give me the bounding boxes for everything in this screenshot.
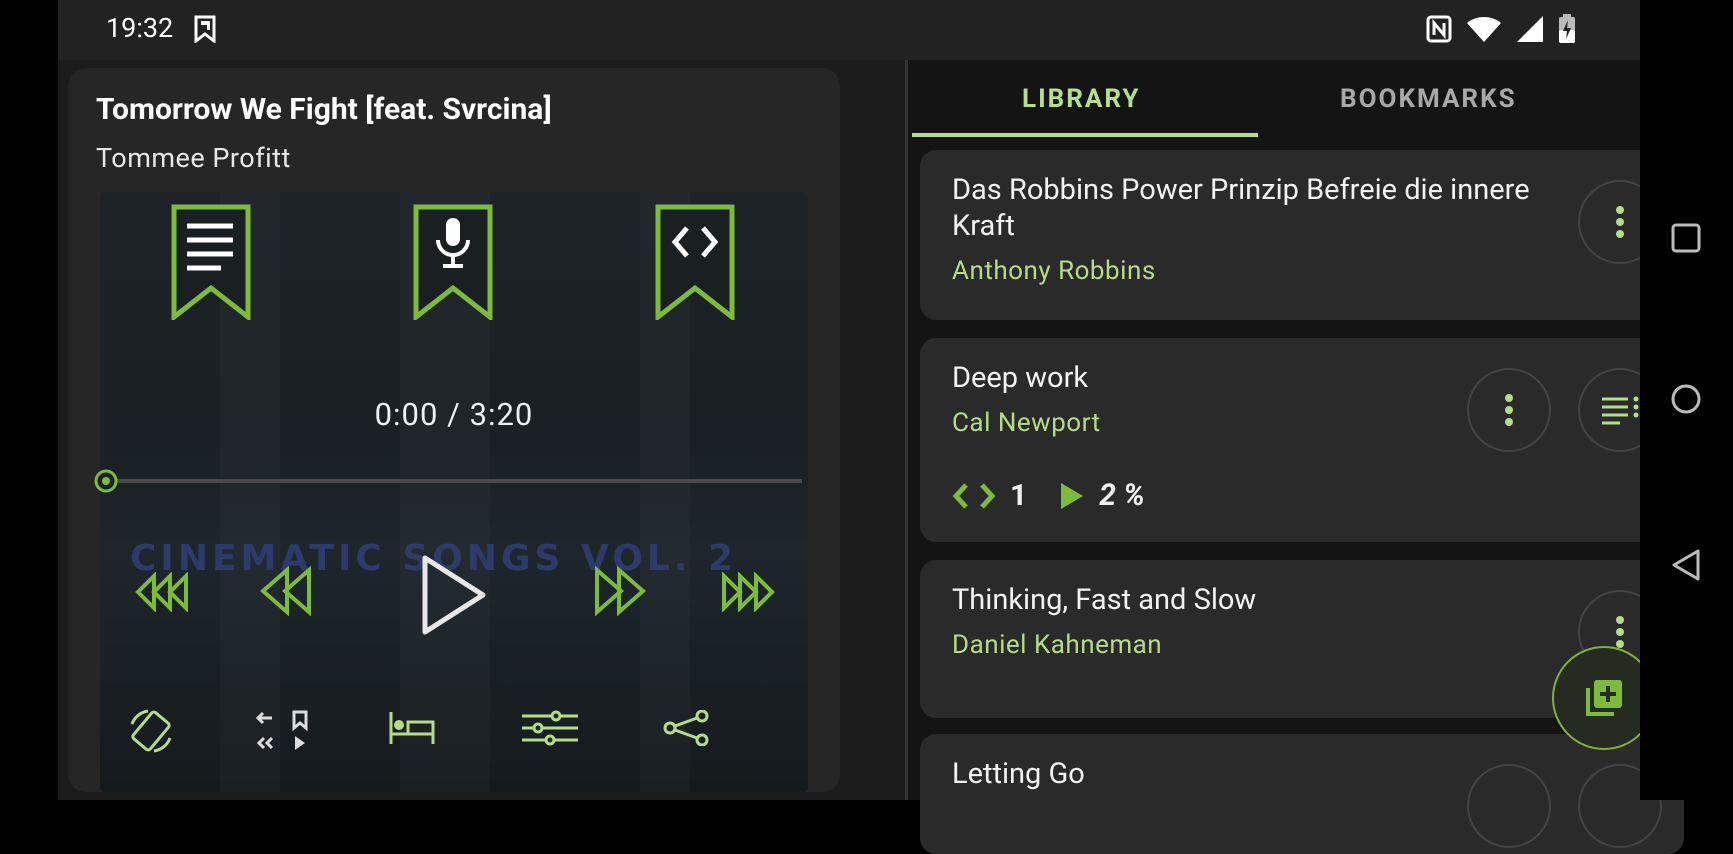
- skip-forward-long-icon[interactable]: [720, 572, 776, 612]
- chapter-list-icon: [1602, 396, 1639, 425]
- tab-library[interactable]: LIBRARY: [1022, 84, 1141, 114]
- equalizer-icon[interactable]: [520, 710, 580, 746]
- book-author: Daniel Kahneman: [952, 630, 1163, 660]
- rotate-icon[interactable]: [126, 706, 176, 756]
- bookmark-count: 1: [1010, 478, 1028, 513]
- voice-bookmark-icon[interactable]: [413, 204, 493, 320]
- active-tab-indicator: [912, 133, 1258, 137]
- code-bookmark-small-icon: [952, 482, 996, 509]
- progress-percent: 2 %: [1099, 478, 1145, 513]
- fast-forward-icon[interactable]: [593, 566, 647, 616]
- play-progress-icon: [1061, 482, 1084, 509]
- book-options-button[interactable]: [1467, 368, 1551, 452]
- signal-icon: [1517, 16, 1543, 42]
- playback-time: 0:00 / 3:20: [374, 396, 534, 433]
- kebab-icon: [1616, 616, 1624, 648]
- wifi-icon: [1467, 17, 1501, 42]
- status-time: 19:32: [106, 12, 174, 44]
- tab-bookmarks[interactable]: BOOKMARKS: [1340, 84, 1517, 114]
- kebab-icon: [1616, 206, 1624, 238]
- battery-charging-icon: [1559, 14, 1575, 43]
- notes-bookmark-icon[interactable]: [171, 204, 251, 320]
- book-stats: 1 2 %: [952, 478, 1145, 513]
- sleep-timer-icon[interactable]: [388, 710, 436, 746]
- rewind-icon[interactable]: [259, 566, 313, 616]
- home-icon[interactable]: [1670, 383, 1702, 415]
- player-pane: Tomorrow We Fight [feat. Svrcina] Tommee…: [68, 68, 840, 792]
- nfc-icon: [1426, 15, 1452, 43]
- book-author: Anthony Robbins: [952, 256, 1156, 286]
- library-add-icon: [1586, 680, 1622, 716]
- book-author: Cal Newport: [952, 408, 1101, 438]
- status-icons: [1426, 14, 1576, 44]
- seek-handle[interactable]: [94, 469, 118, 493]
- skip-back-long-icon[interactable]: [134, 572, 190, 612]
- book-card[interactable]: Letting Go: [920, 734, 1684, 854]
- recents-icon[interactable]: [1670, 222, 1702, 254]
- bookmark-notification-icon: [194, 15, 216, 43]
- track-title: Tomorrow We Fight [feat. Svrcina]: [96, 92, 552, 127]
- track-artist: Tommee Profitt: [96, 142, 291, 174]
- tab-bar: LIBRARY BOOKMARKS: [908, 60, 1698, 138]
- book-title: Thinking, Fast and Slow: [952, 583, 1257, 617]
- book-title: Letting Go: [952, 757, 1085, 791]
- code-bookmark-icon[interactable]: [655, 204, 735, 320]
- book-card[interactable]: Das Robbins Power Prinzip Befreie die in…: [920, 150, 1684, 320]
- book-card[interactable]: Deep work Cal Newport 1 2 %: [920, 338, 1684, 542]
- book-title: Das Robbins Power Prinzip Befreie die in…: [952, 173, 1530, 243]
- jump-bookmark-icon[interactable]: [254, 710, 310, 752]
- play-icon[interactable]: [421, 554, 487, 636]
- back-icon[interactable]: [1670, 548, 1702, 582]
- status-bar: 19:32: [58, 0, 1640, 60]
- book-title: Deep work: [952, 361, 1089, 395]
- seek-bar[interactable]: [102, 479, 802, 483]
- kebab-icon: [1505, 394, 1513, 426]
- share-icon[interactable]: [662, 710, 710, 746]
- system-nav-bar: [1640, 0, 1733, 800]
- book-options-button[interactable]: [1467, 764, 1551, 848]
